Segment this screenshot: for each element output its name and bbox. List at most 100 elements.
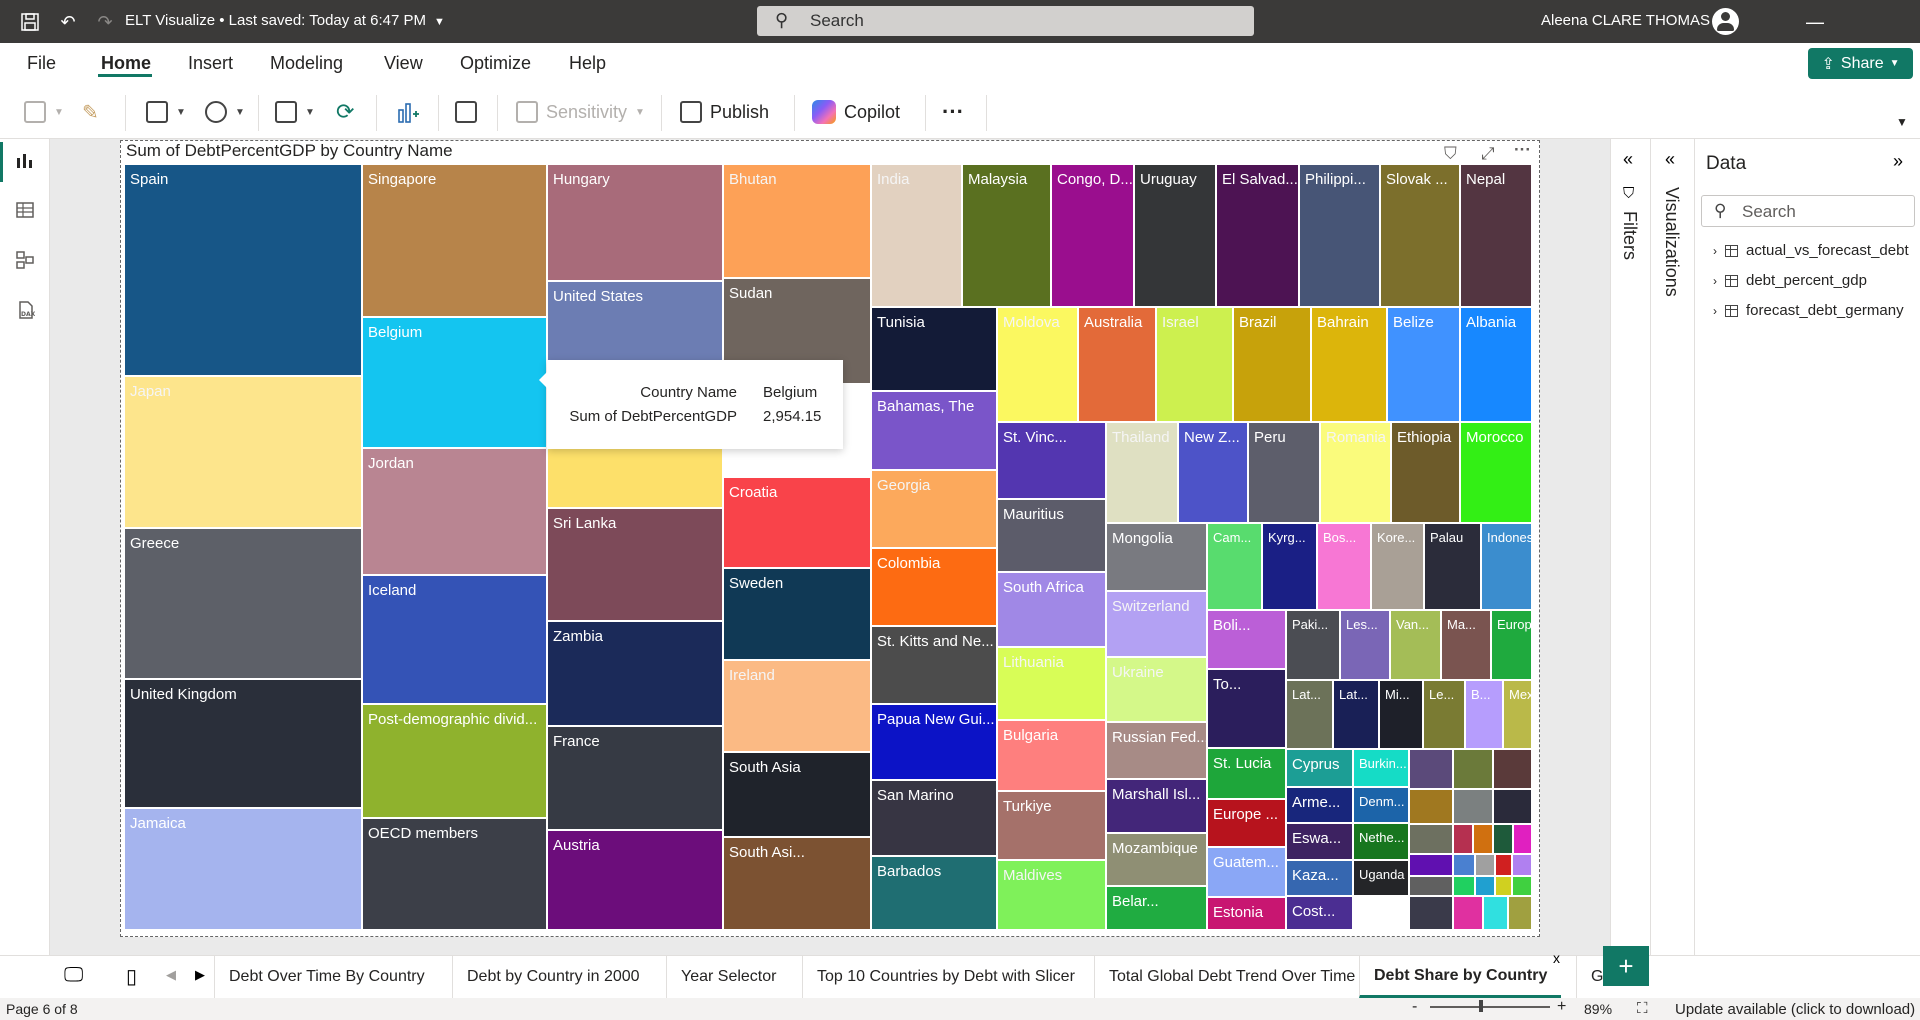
chevron-right-icon[interactable]: ›	[1713, 244, 1717, 258]
treemap-cell[interactable]: Tunisia	[872, 308, 998, 392]
redo-icon[interactable]: ↷	[91, 8, 119, 36]
treemap-cell[interactable]: Ireland	[724, 661, 872, 753]
minimize-icon-2[interactable]: —	[1792, 6, 1838, 38]
scroll-right-icon[interactable]: ▶	[195, 967, 205, 983]
treemap-cell[interactable]: Switzerland	[1107, 592, 1208, 658]
treemap-cell[interactable]: Colombia	[872, 549, 998, 627]
treemap-cell[interactable]: Kyrg...	[1263, 524, 1318, 611]
treemap-cell[interactable]: Uruguay	[1135, 165, 1217, 308]
treemap-cell[interactable]: St. Lucia	[1208, 749, 1287, 800]
treemap-cell[interactable]	[1410, 897, 1454, 931]
treemap-cell[interactable]	[1454, 897, 1484, 931]
treemap-cell[interactable]: Australia	[1079, 308, 1157, 423]
treemap-cell[interactable]	[1410, 855, 1454, 877]
treemap-cell[interactable]: Belgium	[363, 318, 548, 449]
treemap-cell[interactable]	[1476, 855, 1496, 877]
treemap-cell[interactable]: San Marino	[872, 781, 998, 857]
tab-year-selector[interactable]: Year Selector	[666, 956, 790, 998]
zoom-slider[interactable]	[1430, 1006, 1550, 1008]
chevron-right-icon[interactable]: ›	[1713, 304, 1717, 318]
treemap-cell[interactable]: Congo, D...	[1052, 165, 1135, 308]
treemap-cell[interactable]: Estonia	[1208, 898, 1287, 931]
avatar[interactable]	[1712, 8, 1739, 35]
treemap-cell[interactable]	[1494, 825, 1514, 855]
treemap-cell[interactable]: Austria	[548, 831, 724, 931]
treemap-cell[interactable]	[1476, 877, 1496, 897]
treemap-cell[interactable]: Croatia	[724, 478, 872, 569]
treemap-cell[interactable]: Romania	[1321, 423, 1392, 524]
menu-insert[interactable]: Insert	[188, 53, 233, 74]
treemap-cell[interactable]: St. Kitts and Ne...	[872, 627, 998, 705]
treemap-cell[interactable]	[1454, 877, 1476, 897]
treemap-cell[interactable]	[1514, 825, 1533, 855]
treemap-cell[interactable]	[1513, 877, 1533, 897]
sensitivity-button[interactable]: Sensitivity ▼	[516, 95, 645, 129]
treemap-cell[interactable]: Arme...	[1287, 788, 1354, 824]
menu-view[interactable]: View	[384, 53, 423, 74]
treemap-cell[interactable]	[1454, 855, 1476, 877]
treemap-cell[interactable]	[1410, 825, 1454, 855]
menu-optimize[interactable]: Optimize	[460, 53, 531, 74]
zoom-level[interactable]: 89%	[1584, 1001, 1612, 1017]
chevron-right-icon[interactable]: ›	[1713, 274, 1717, 288]
treemap-cell[interactable]: South Asia	[724, 753, 872, 838]
transform-data-button[interactable]: ▼	[275, 95, 315, 129]
new-visual-button[interactable]	[396, 95, 420, 129]
more-options-icon[interactable]: ···	[1514, 140, 1531, 160]
treemap-cell[interactable]: Marshall Isl...	[1107, 780, 1208, 834]
treemap-cell[interactable]: Jordan	[363, 449, 548, 576]
treemap-cell[interactable]: Bahamas, The	[872, 392, 998, 471]
treemap-cell[interactable]: South Africa	[998, 573, 1107, 648]
treemap-cell[interactable]: Mozambique	[1107, 834, 1208, 887]
treemap-cell[interactable]: Guatem...	[1208, 848, 1287, 898]
treemap-cell[interactable]	[1494, 790, 1533, 825]
treemap-cell[interactable]	[1454, 790, 1494, 825]
treemap-cell[interactable]: Japan	[125, 377, 363, 529]
share-button[interactable]: ⇪ Share ▼	[1808, 48, 1913, 79]
tab-total-global-debt[interactable]: Total Global Debt Trend Over Time	[1094, 956, 1369, 998]
expand-filters-icon[interactable]: «	[1623, 149, 1633, 170]
treemap-cell[interactable]: Denm...	[1354, 788, 1410, 824]
treemap-cell[interactable]: Singapore	[363, 165, 548, 318]
menu-help[interactable]: Help	[569, 53, 606, 74]
treemap-cell[interactable]: Iceland	[363, 576, 548, 705]
treemap-cell[interactable]: Lithuania	[998, 648, 1107, 721]
tab-debt-over-time[interactable]: Debt Over Time By Country	[214, 956, 439, 998]
treemap-cell[interactable]	[1496, 855, 1513, 877]
treemap-cell[interactable]	[1513, 855, 1533, 877]
tab-debt-share-by-country[interactable]: Debt Share by Country	[1359, 956, 1562, 998]
treemap-cell[interactable]: OECD members	[363, 819, 548, 931]
treemap-cell[interactable]: Kaza...	[1287, 861, 1354, 897]
treemap-cell[interactable]: Uganda	[1354, 861, 1410, 897]
filter-icon[interactable]: ⛉	[1444, 144, 1457, 164]
treemap-cell[interactable]: Bhutan	[724, 165, 872, 279]
table-view-icon[interactable]	[13, 199, 37, 221]
treemap-cell[interactable]	[1474, 825, 1494, 855]
treemap-cell[interactable]: Ukraine	[1107, 658, 1208, 723]
user-name[interactable]: Aleena CLARE THOMAS	[1541, 12, 1710, 29]
treemap-cell[interactable]	[1454, 825, 1474, 855]
format-painter-button[interactable]: ✎	[82, 95, 99, 129]
treemap-cell[interactable]: Le...	[1424, 681, 1466, 750]
table-item[interactable]: › actual_vs_forecast_debt	[1713, 242, 1909, 259]
treemap-cell[interactable]: Albania	[1461, 308, 1533, 423]
treemap-cell[interactable]: Israel	[1157, 308, 1234, 423]
treemap-cell[interactable]: Georgia	[872, 471, 998, 549]
treemap-cell[interactable]: Cam...	[1208, 524, 1263, 611]
treemap-cell[interactable]: Mongolia	[1107, 524, 1208, 592]
treemap-cell[interactable]: Mauritius	[998, 500, 1107, 573]
treemap-cell[interactable]: Palau	[1425, 524, 1482, 611]
treemap-cell[interactable]: Paki...	[1287, 611, 1341, 681]
treemap-cell[interactable]: Les...	[1341, 611, 1391, 681]
treemap-cell[interactable]: United Kingdom	[125, 680, 363, 809]
treemap-cell[interactable]: Sri Lanka	[548, 509, 724, 622]
treemap-cell[interactable]: Mi...	[1380, 681, 1424, 750]
collapse-data-pane-icon[interactable]: »	[1893, 151, 1903, 172]
menu-modeling[interactable]: Modeling	[270, 53, 343, 74]
close-tab-icon[interactable]: x	[1553, 950, 1560, 966]
treemap-cell[interactable]: Sweden	[724, 569, 872, 661]
treemap-cell[interactable]: Bahrain	[1312, 308, 1388, 423]
treemap-cell[interactable]: B...	[1466, 681, 1504, 750]
treemap-cell[interactable]: Ma...	[1442, 611, 1492, 681]
treemap-cell[interactable]	[1494, 750, 1533, 790]
